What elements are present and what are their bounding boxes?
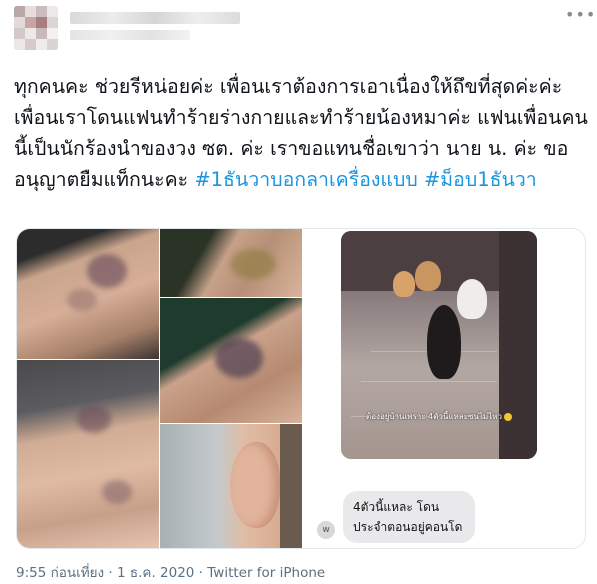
photo-bruise-forearm[interactable] (160, 298, 302, 423)
photo-ear[interactable] (160, 424, 302, 548)
dogs-photo: ต้องอยู่บ้านเพราะ 4ตัวนี้แหละซนไม่ไหว (341, 231, 537, 459)
photo-chat-screenshot[interactable]: ต้องอยู่บ้านเพราะ 4ตัวนี้แหละซนไม่ไหว w … (303, 229, 585, 548)
photo-caption: ต้องอยู่บ้านเพราะ 4ตัวนี้แหละซนไม่ไหว (341, 410, 537, 423)
photo-bruise-knees[interactable] (17, 360, 159, 548)
chat-avatar: w (317, 521, 335, 539)
sad-emoji-icon (503, 412, 512, 421)
media-grid: ต้องอยู่บ้านเพราะ 4ตัวนี้แหละซนไม่ไหว w … (16, 228, 586, 549)
tweet-meta[interactable]: 9:55 ก่อนเที่ยง · 1 ธ.ค. 2020 · Twitter … (16, 561, 325, 583)
author-handle-blurred[interactable] (70, 30, 190, 40)
chat-bubble: 4ตัวนี้แหละ โดนประจำตอนอยู่คอนโด (343, 491, 475, 543)
hashtag-link[interactable]: #ม็อบ1ธันวา (424, 168, 537, 191)
photo-bruise-arm[interactable] (160, 229, 302, 297)
more-options-button[interactable]: ••• (565, 7, 595, 24)
author-avatar[interactable] (14, 6, 58, 50)
author-name-blurred[interactable] (70, 12, 240, 24)
hashtag-link[interactable]: #1ธันวาบอกลาเครื่องแบบ (194, 168, 417, 191)
photo-bruise-knee[interactable] (17, 229, 159, 359)
tweet-card: ••• ทุกคนคะ ช่วยรีหน่อยค่ะ เพื่อนเราต้อง… (0, 0, 597, 584)
tweet-text: ทุกคนคะ ช่วยรีหน่อยค่ะ เพื่อนเราต้องการเ… (14, 71, 589, 195)
more-dots-icon: ••• (565, 5, 597, 24)
